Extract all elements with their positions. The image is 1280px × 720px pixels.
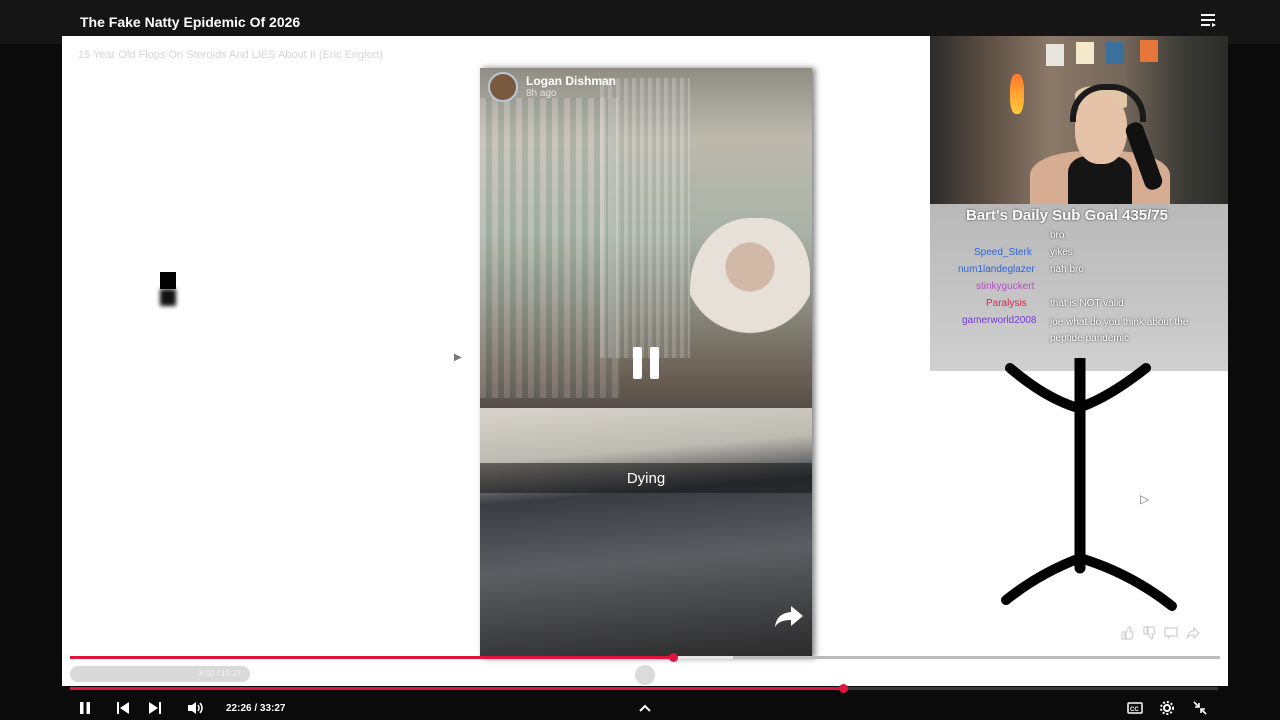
captions-icon[interactable]: CC bbox=[1126, 696, 1144, 720]
snapchat-story[interactable]: Logan Dishman 8h ago Dying bbox=[480, 68, 812, 658]
chat-message: stinkyguckert bbox=[976, 281, 1035, 292]
streamer-webcam: Bart's Daily Sub Goal 435/75 bro Speed_S… bbox=[930, 36, 1228, 371]
share-icon[interactable] bbox=[1186, 626, 1202, 640]
stick-figure-drawing bbox=[1001, 358, 1177, 611]
embedded-time-display: 8:02 / 15:27 bbox=[199, 669, 242, 678]
lava-lamp bbox=[1010, 74, 1024, 114]
embedded-action-buttons bbox=[1120, 626, 1202, 640]
pause-icon[interactable] bbox=[76, 696, 94, 720]
progress-bar[interactable] bbox=[70, 684, 1218, 693]
settings-gear-icon[interactable] bbox=[1158, 696, 1176, 720]
exit-fullscreen-icon[interactable] bbox=[1191, 696, 1209, 720]
dislike-icon[interactable] bbox=[1142, 626, 1158, 640]
embedded-video-title: 15 Year Old Flops On Steroids And LIES A… bbox=[78, 49, 384, 61]
story-caption: Dying bbox=[480, 463, 812, 493]
chat-message: bro bbox=[1050, 230, 1065, 241]
volume-icon[interactable] bbox=[186, 696, 206, 720]
like-icon[interactable] bbox=[1102, 652, 1118, 666]
share-arrow-icon[interactable] bbox=[773, 604, 805, 633]
chat-message: Speed_Sterk yikes bbox=[974, 247, 1073, 258]
story-username: Logan Dishman bbox=[526, 74, 617, 88]
cursor-icon: ▷ bbox=[1140, 492, 1150, 506]
playlist-icon[interactable] bbox=[1198, 11, 1218, 29]
story-timestamp: 8h ago bbox=[526, 88, 557, 99]
censor-block bbox=[160, 272, 176, 306]
person-in-bed bbox=[690, 218, 810, 358]
player-controls: CC bbox=[0, 696, 1280, 720]
video-frame[interactable]: 15 Year Old Flops On Steroids And LIES A… bbox=[62, 36, 1228, 686]
svg-text:CC: CC bbox=[1130, 707, 1139, 713]
share-icon[interactable] bbox=[1168, 652, 1184, 666]
embedded-progress-bar[interactable] bbox=[70, 653, 1220, 662]
story-header: Logan Dishman 8h ago bbox=[488, 72, 616, 102]
chevron-up-icon[interactable] bbox=[636, 696, 654, 720]
next-icon[interactable] bbox=[146, 696, 164, 720]
comment-icon[interactable] bbox=[1164, 626, 1180, 640]
like-icon[interactable] bbox=[1120, 626, 1136, 640]
time-display: 22:26 / 33:27 bbox=[226, 703, 286, 714]
cursor-icon: ▶ bbox=[454, 352, 462, 363]
sub-goal-text: Bart's Daily Sub Goal 435/75 bbox=[966, 207, 1168, 224]
pause-icon[interactable] bbox=[622, 333, 670, 393]
previous-icon[interactable] bbox=[114, 696, 132, 720]
chat-message: gamerworld2008 joe what do you think abo… bbox=[962, 315, 1189, 344]
avatar bbox=[488, 72, 518, 102]
chat-message: num1landeglazer nah bro bbox=[958, 264, 1084, 275]
chat-message: Paralysis that is NOT valid bbox=[986, 298, 1124, 309]
comment-icon[interactable] bbox=[1146, 652, 1162, 666]
video-title: The Fake Natty Epidemic Of 2026 bbox=[80, 14, 301, 30]
dislike-icon[interactable] bbox=[1124, 652, 1140, 666]
embedded-chevron-up-icon[interactable] bbox=[635, 665, 655, 685]
video-action-buttons bbox=[1102, 652, 1184, 666]
